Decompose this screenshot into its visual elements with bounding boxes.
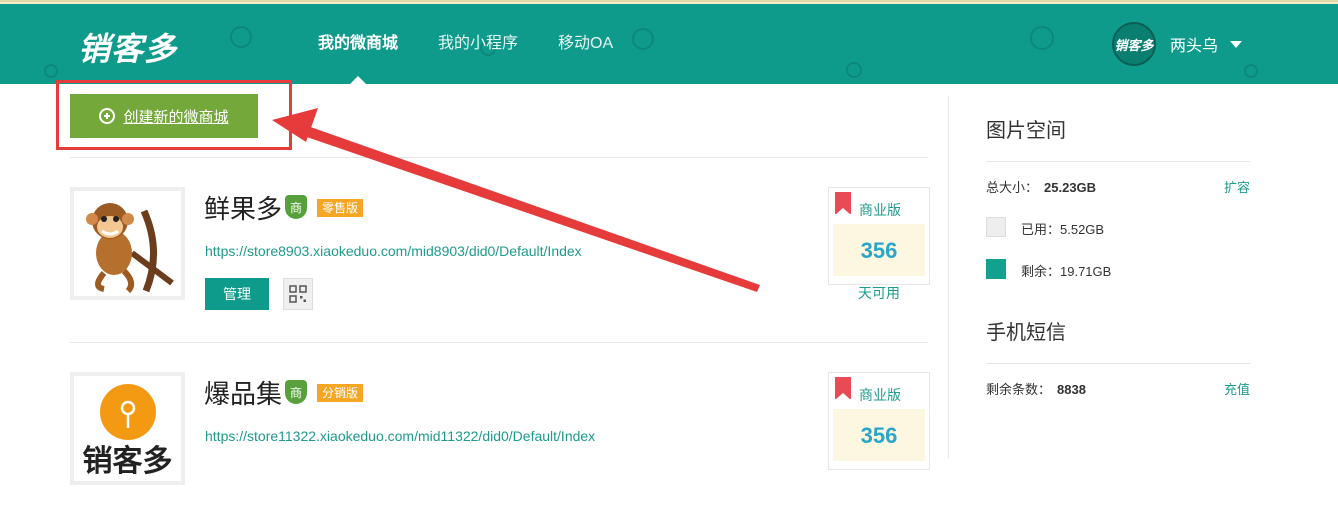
annotation-arrow [272,108,760,292]
arrow-shaft [298,124,760,292]
